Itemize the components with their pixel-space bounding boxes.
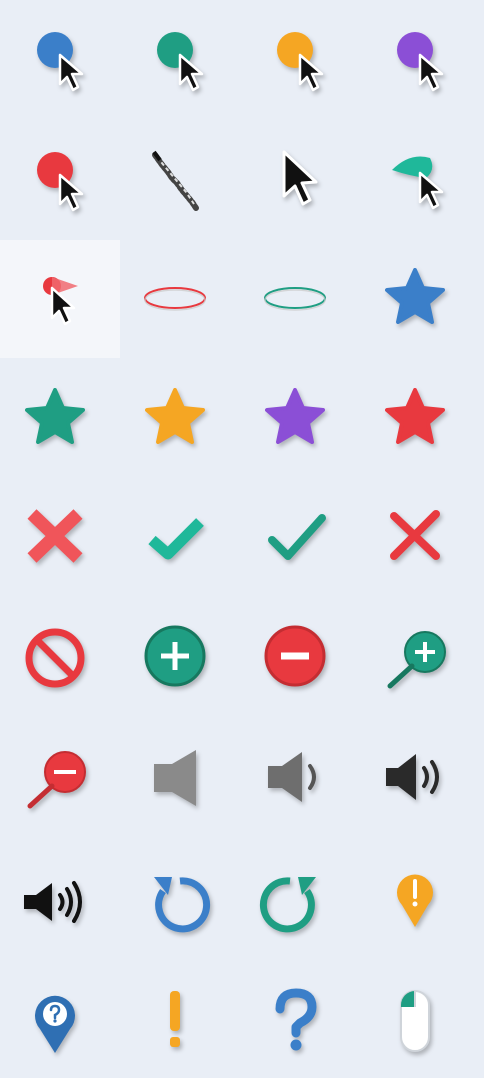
cursor-teal-dot-icon bbox=[130, 10, 220, 100]
star-orange-icon bbox=[130, 370, 220, 460]
alert-pin-icon bbox=[370, 855, 460, 945]
x-red-thin-icon bbox=[370, 490, 460, 580]
icon-sheet bbox=[0, 0, 484, 1078]
sketchy-trail-icon bbox=[130, 130, 220, 220]
zoom-out-icon bbox=[10, 730, 100, 820]
no-entry-icon bbox=[10, 610, 100, 700]
check-teal-icon bbox=[130, 490, 220, 580]
help-pin-icon bbox=[10, 975, 100, 1065]
rotate-blue-icon bbox=[130, 855, 220, 945]
star-purple-icon bbox=[250, 370, 340, 460]
speaker-high-icon bbox=[10, 855, 100, 945]
zoom-in-icon bbox=[370, 610, 460, 700]
cursor-orange-dot-icon bbox=[250, 10, 340, 100]
teal-ellipse-icon bbox=[250, 250, 340, 340]
minus-circle-icon bbox=[250, 610, 340, 700]
exclamation-icon bbox=[130, 975, 220, 1065]
x-red-bold-icon bbox=[10, 490, 100, 580]
star-blue-icon bbox=[370, 250, 460, 340]
cursor-arrow-icon bbox=[250, 130, 340, 220]
cursor-teal-drop-icon bbox=[370, 130, 460, 220]
speaker-mute-icon bbox=[130, 730, 220, 820]
mouse-icon bbox=[370, 975, 460, 1065]
red-ellipse-icon bbox=[130, 250, 220, 340]
cursor-red-drop-icon bbox=[10, 250, 100, 340]
question-icon bbox=[250, 975, 340, 1065]
cursor-purple-dot-icon bbox=[370, 10, 460, 100]
cursor-red-dot-icon bbox=[10, 130, 100, 220]
star-red-icon bbox=[370, 370, 460, 460]
plus-circle-icon bbox=[130, 610, 220, 700]
speaker-medium-icon bbox=[370, 730, 460, 820]
star-teal-icon bbox=[10, 370, 100, 460]
cursor-blue-dot-icon bbox=[10, 10, 100, 100]
rotate-teal-icon bbox=[250, 855, 340, 945]
check-teal-thin-icon bbox=[250, 490, 340, 580]
speaker-low-icon bbox=[250, 730, 340, 820]
